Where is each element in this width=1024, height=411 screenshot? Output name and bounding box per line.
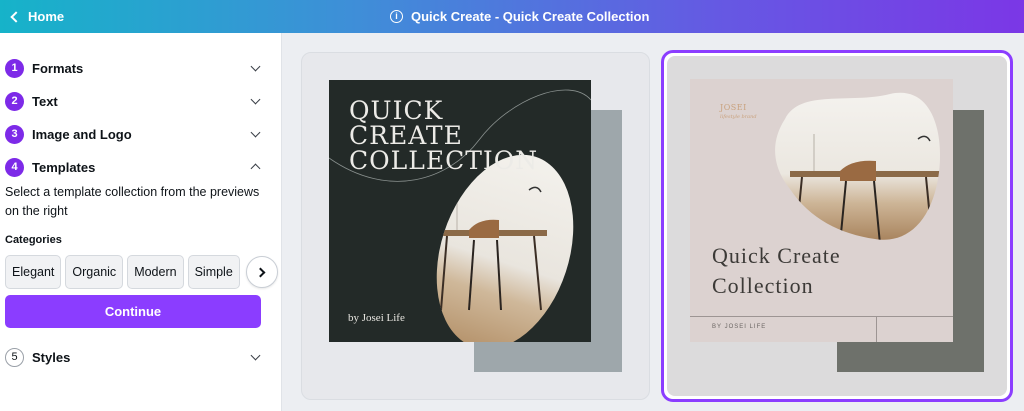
step-label: Templates (32, 159, 96, 175)
step-templates[interactable]: 4 Templates (5, 155, 265, 179)
category-chip-modern[interactable]: Modern (127, 255, 184, 289)
templates-description: Select a template collection from the pr… (5, 185, 260, 218)
categories-next-button[interactable] (246, 256, 278, 288)
template-1-title-line: QUICK (349, 96, 444, 125)
step-text[interactable]: 2 Text (5, 89, 265, 113)
page-title: i Quick Create - Quick Create Collection (390, 0, 649, 33)
chevron-right-icon (255, 267, 266, 277)
template-2-divider-vertical (876, 316, 877, 342)
step-number-badge: 3 (5, 124, 24, 144)
template-1-preview: QUICK CREATE COLLECTION by Josei Life (329, 80, 591, 342)
step-number-badge: 4 (5, 157, 24, 177)
continue-button[interactable]: Continue (5, 295, 261, 328)
categories-label: Categories (5, 234, 62, 246)
template-2-byline: BY JOSEI LIFE (712, 324, 767, 330)
step-formats[interactable]: 1 Formats (5, 56, 265, 80)
page-title-text: Quick Create - Quick Create Collection (411, 9, 650, 24)
step-number-badge: 1 (5, 58, 24, 78)
template-2-brand-logo: JOSEI lifestyle brand (720, 103, 757, 120)
template-2-divider (690, 316, 953, 317)
template-2-brand-tagline: lifestyle brand (720, 114, 757, 120)
chevron-down-icon (250, 350, 261, 361)
template-2-preview: JOSEI lifestyle brand Quick Create Colle… (690, 79, 953, 342)
template-2-title-line: Quick Create (712, 243, 841, 268)
step-number-badge: 5 (5, 347, 24, 367)
step-image-and-logo[interactable]: 3 Image and Logo (5, 122, 265, 146)
chevron-left-icon (10, 10, 22, 23)
chevron-up-icon (250, 163, 261, 174)
template-1-title-line: COLLECTION (349, 146, 539, 175)
step-label: Text (32, 93, 58, 109)
step-number-badge: 2 (5, 91, 24, 111)
info-icon[interactable]: i (390, 10, 403, 23)
template-2-brand: JOSEI (720, 103, 747, 112)
template-1-title-line: CREATE (349, 121, 463, 150)
category-chip-elegant[interactable]: Elegant (5, 255, 62, 289)
step-label: Styles (32, 349, 71, 365)
category-chips: Elegant Organic Modern Simple (5, 255, 277, 289)
step-styles[interactable]: 5 Styles (5, 345, 265, 369)
chevron-down-icon (250, 61, 261, 72)
home-label: Home (28, 9, 65, 24)
sidebar: 1 Formats 2 Text 3 Image and Logo 4 Temp… (0, 33, 282, 411)
chevron-down-icon (250, 94, 261, 105)
template-2-title-line: Collection (712, 273, 814, 298)
template-1-byline: by Josei Life (348, 312, 405, 324)
top-bar: Home i Quick Create - Quick Create Colle… (0, 0, 1024, 33)
step-label: Formats (32, 60, 84, 76)
home-button[interactable]: Home (8, 0, 64, 33)
category-chip-organic[interactable]: Organic (65, 255, 124, 289)
step-label: Image and Logo (32, 126, 132, 142)
chevron-down-icon (250, 127, 261, 138)
category-chip-simple[interactable]: Simple (187, 255, 240, 289)
